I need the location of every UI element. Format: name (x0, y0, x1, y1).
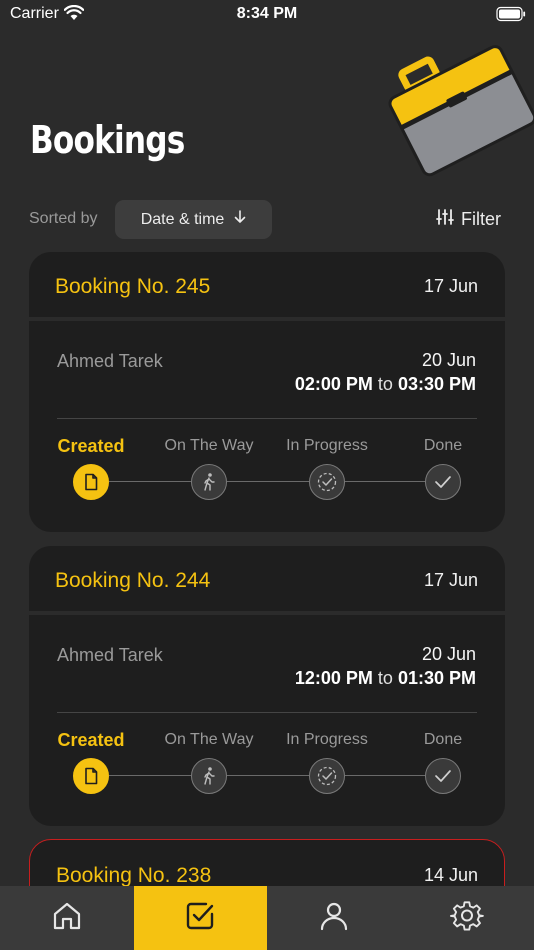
booking-number: Booking No. 245 (55, 275, 211, 298)
booking-card[interactable]: Booking No. 244 17 Jun Ahmed Tarek 20 Ju… (29, 546, 505, 826)
walking-person-icon (191, 758, 227, 794)
status-bar: Carrier 8:34 PM (0, 0, 534, 30)
tab-bar (0, 886, 534, 950)
profile-icon (318, 900, 350, 937)
booking-card[interactable]: Booking No. 245 17 Jun Ahmed Tarek 20 Ju… (29, 252, 505, 532)
step-connector (345, 481, 425, 482)
status-stepper: Created On The Way In Progress Done (29, 730, 505, 801)
step-connector (109, 481, 191, 482)
sliders-icon (436, 208, 454, 231)
arrow-down-icon (234, 210, 246, 229)
step-label-created: Created (57, 730, 125, 750)
divider (57, 712, 477, 713)
tab-home[interactable] (0, 886, 134, 950)
step-connector (227, 481, 309, 482)
settings-gear-icon (450, 899, 485, 938)
visit-start-time: 02:00 PM (294, 374, 373, 394)
home-icon (51, 900, 83, 937)
step-label-on-the-way: On The Way (164, 731, 254, 748)
visit-end-time: 01:30 PM (397, 668, 476, 688)
step-connector (345, 775, 425, 776)
sort-label: Sorted by (29, 210, 98, 227)
clock: 8:34 PM (236, 5, 298, 22)
checkmark-icon (425, 464, 461, 500)
status-stepper: Created On The Way In Progress Done (29, 436, 505, 507)
step-label-done: Done (423, 731, 463, 748)
step-connector (109, 775, 191, 776)
step-label-done: Done (423, 437, 463, 454)
time-separator: to (377, 374, 393, 394)
booking-number: Booking No. 238 (56, 864, 212, 887)
booking-card-header: Booking No. 244 17 Jun (29, 546, 505, 615)
page-title: Bookings (30, 118, 185, 162)
visit-date: 20 Jun (421, 644, 476, 664)
visit-time-range: 02:00 PM to 03:30 PM (295, 374, 476, 395)
step-label-in-progress: In Progress (286, 731, 368, 748)
step-label-on-the-way: On The Way (164, 437, 254, 454)
briefcase-illustration-icon (388, 28, 534, 189)
battery-icon (496, 6, 526, 27)
divider (57, 418, 477, 419)
document-icon (73, 464, 109, 500)
progress-check-icon (309, 464, 345, 500)
tab-bookings[interactable] (133, 886, 267, 950)
booking-created-date: 17 Jun (423, 570, 478, 590)
filter-button[interactable]: Filter (436, 208, 501, 231)
tab-settings[interactable] (401, 886, 534, 950)
visit-date: 20 Jun (421, 350, 476, 370)
booking-created-date: 14 Jun (423, 865, 478, 885)
step-label-in-progress: In Progress (286, 437, 368, 454)
customer-name: Ahmed Tarek (57, 351, 163, 371)
bookings-check-icon (184, 900, 216, 937)
customer-name: Ahmed Tarek (57, 645, 163, 665)
document-icon (73, 758, 109, 794)
progress-check-icon (309, 758, 345, 794)
walking-person-icon (191, 464, 227, 500)
sort-dropdown[interactable]: Date & time (115, 200, 272, 239)
step-label-created: Created (57, 436, 125, 456)
visit-time-range: 12:00 PM to 01:30 PM (295, 668, 476, 689)
filter-label: Filter (461, 209, 501, 229)
step-connector (227, 775, 309, 776)
sort-value: Date & time (140, 210, 225, 228)
checkmark-icon (425, 758, 461, 794)
booking-number: Booking No. 244 (55, 569, 211, 592)
time-separator: to (377, 668, 393, 688)
tab-profile[interactable] (267, 886, 401, 950)
booking-card-header: Booking No. 245 17 Jun (29, 252, 505, 321)
visit-start-time: 12:00 PM (294, 668, 373, 688)
visit-end-time: 03:30 PM (397, 374, 476, 394)
booking-created-date: 17 Jun (423, 276, 478, 296)
